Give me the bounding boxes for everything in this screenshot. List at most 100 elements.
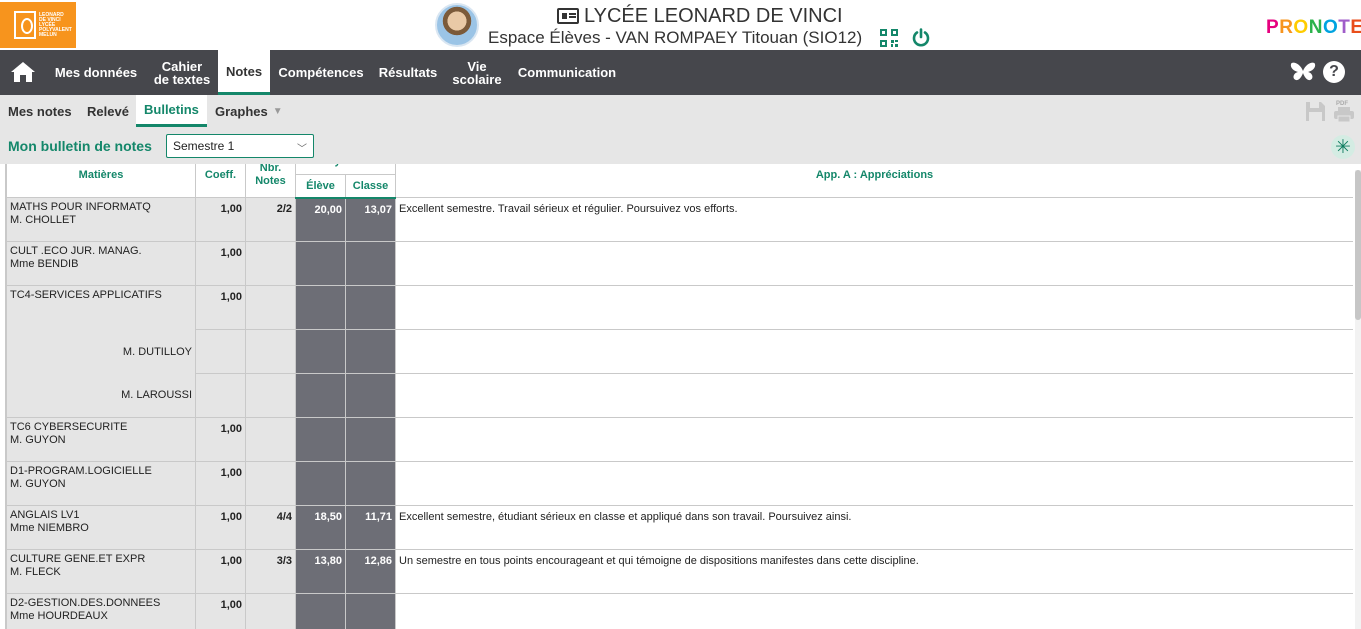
chevron-down-icon: ▼ — [272, 105, 283, 117]
header-eleve[interactable]: Élève — [295, 174, 346, 199]
period-select[interactable]: Semestre 1 ﹀ — [166, 134, 314, 158]
subject-cell: D2-GESTION.DES.DONNEES Mme HOURDEAUX — [6, 593, 196, 629]
id-card-icon — [557, 8, 579, 24]
table-row[interactable]: M. LAROUSSI — [6, 373, 1353, 418]
subject-name: D2-GESTION.DES.DONNEES — [10, 597, 161, 609]
nav-resultats[interactable]: Résultats — [374, 50, 442, 95]
teacher-name: M. LAROUSSI — [6, 373, 196, 418]
header-matieres[interactable]: Matières — [6, 164, 196, 198]
appreciation-cell — [395, 285, 1353, 330]
nbr-notes-cell: 4/4 — [245, 505, 296, 550]
coeff-cell: 1,00 — [195, 197, 246, 242]
vertical-scrollbar[interactable] — [1355, 170, 1361, 629]
tab-mes-notes[interactable]: Mes notes — [8, 95, 72, 127]
appreciation-cell — [395, 373, 1353, 418]
moyenne-eleve-cell — [295, 417, 346, 462]
nbr-notes-cell — [245, 417, 296, 462]
space-name: Espace Élèves - VAN ROMPAEY Titouan (SIO… — [488, 28, 863, 47]
brand-letter: P — [1266, 17, 1280, 38]
brand-letter: O — [1293, 17, 1309, 38]
nbr-notes-cell: 3/3 — [245, 549, 296, 594]
table-row[interactable]: CULT .ECO JUR. MANAG. Mme BENDIB 1,00 — [6, 241, 1353, 286]
butterfly-icon[interactable] — [1290, 61, 1316, 83]
logo-text: LEONARD DE VINCI LYCÉE POLYVALENT MELUN — [39, 11, 72, 38]
teacher-name: M. CHOLLET — [10, 214, 77, 226]
nbr-notes-cell — [245, 593, 296, 629]
moyenne-eleve-cell — [295, 285, 346, 330]
subject-name: TC6 CYBERSECURITE — [10, 421, 128, 433]
bulletin-table-container: Matières Coeff. Nbr. Notes Moyennes App.… — [5, 164, 1353, 629]
nav-communication[interactable]: Communication — [512, 50, 622, 95]
nav-vie-scolaire[interactable]: Vie scolaire — [448, 50, 506, 95]
brand-letter: R — [1279, 17, 1294, 38]
school-logo[interactable]: LEONARD DE VINCI LYCÉE POLYVALENT MELUN — [0, 2, 76, 48]
header-classe[interactable]: Classe — [344, 174, 397, 199]
save-icon[interactable] — [1305, 101, 1326, 122]
moyenne-classe-cell — [344, 593, 397, 629]
nav-mes-donnees[interactable]: Mes données — [48, 50, 144, 95]
table-row[interactable]: ANGLAIS LV1 Mme NIEMBRO 1,00 4/4 18,50 1… — [6, 505, 1353, 550]
nav-competences[interactable]: Compétences — [274, 50, 368, 95]
bulletin-title: Mon bulletin de notes — [8, 138, 152, 154]
brand-letter: E — [1350, 17, 1361, 38]
nbr-notes-cell — [245, 329, 296, 374]
teacher-name: Mme HOURDEAUX — [10, 610, 108, 622]
appreciation-cell: Excellent semestre. Travail sérieux et r… — [395, 197, 1353, 242]
period-select-value: Semestre 1 — [173, 139, 235, 153]
qr-code-icon[interactable] — [880, 29, 898, 47]
subject-name: CULT .ECO JUR. MANAG. — [10, 245, 142, 257]
power-icon[interactable] — [911, 28, 931, 48]
table-row[interactable]: M. DUTILLOY — [6, 329, 1353, 374]
coeff-cell — [195, 329, 246, 374]
header-appreciations[interactable]: App. A : Appréciations — [395, 164, 1353, 198]
subject-name: CULTURE GENE.ET EXPR — [10, 553, 146, 565]
avatar[interactable] — [435, 3, 479, 47]
logo-mark-icon — [14, 11, 36, 39]
table-row[interactable]: TC6 CYBERSECURITE M. GUYON 1,00 — [6, 417, 1353, 462]
scrollbar-thumb[interactable] — [1355, 170, 1361, 320]
header-nbr-notes[interactable]: Nbr. Notes — [245, 164, 296, 198]
subject-cell: TC6 CYBERSECURITE M. GUYON — [6, 417, 196, 462]
nbr-notes-cell — [245, 373, 296, 418]
nbr-notes-cell — [245, 285, 296, 330]
nav-cahier-de-textes[interactable]: Cahier de textes — [148, 50, 216, 95]
print-pdf-icon[interactable]: PDF — [1333, 99, 1355, 123]
moyenne-classe-cell — [344, 241, 397, 286]
brand-letter: T — [1338, 17, 1351, 38]
sub-nav: Mes notes Relevé Bulletins Graphes ▼ — [0, 95, 1361, 127]
subject-cell: CULTURE GENE.ET EXPR M. FLECK — [6, 549, 196, 594]
header-moyennes: Moyennes — [294, 164, 397, 175]
teacher-name: M. GUYON — [10, 478, 66, 490]
chevron-down-icon: ﹀ — [297, 144, 307, 155]
tab-releve[interactable]: Relevé — [87, 95, 129, 127]
moyenne-eleve-cell: 20,00 — [295, 197, 346, 242]
table-row[interactable]: D2-GESTION.DES.DONNEES Mme HOURDEAUX 1,0… — [6, 593, 1353, 629]
subject-cell: TC4-SERVICES APPLICATIFS — [6, 285, 196, 330]
home-icon[interactable] — [10, 60, 36, 84]
table-row[interactable]: TC4-SERVICES APPLICATIFS 1,00 — [6, 285, 1353, 330]
subject-cell: MATHS POUR INFORMATQ M. CHOLLET — [6, 197, 196, 242]
nav-notes[interactable]: Notes — [218, 50, 270, 95]
school-name: LYCÉE LEONARD DE VINCI — [584, 5, 843, 27]
moyenne-eleve-cell — [295, 373, 346, 418]
subject-cell: D1-PROGRAM.LOGICIELLE M. GUYON — [6, 461, 196, 506]
pronote-brand[interactable]: PRONOTE — [1266, 17, 1361, 39]
brand-letter: O — [1322, 17, 1339, 38]
header-coeff[interactable]: Coeff. — [195, 164, 246, 198]
nbr-notes-cell: 2/2 — [245, 197, 296, 242]
moyenne-classe-cell — [344, 373, 397, 418]
moyenne-eleve-cell: 13,80 — [295, 549, 346, 594]
appreciation-cell — [395, 461, 1353, 506]
asterisk-button[interactable]: ✳ — [1331, 135, 1355, 159]
help-icon[interactable]: ? — [1323, 61, 1345, 83]
table-row[interactable]: CULTURE GENE.ET EXPR M. FLECK 1,00 3/3 1… — [6, 549, 1353, 594]
coeff-cell: 1,00 — [195, 417, 246, 462]
table-row[interactable]: D1-PROGRAM.LOGICIELLE M. GUYON 1,00 — [6, 461, 1353, 506]
subject-cell: ANGLAIS LV1 Mme NIEMBRO — [6, 505, 196, 550]
tab-bulletins[interactable]: Bulletins — [136, 95, 207, 127]
tab-graphes[interactable]: Graphes ▼ — [215, 95, 283, 127]
moyenne-eleve-cell — [295, 329, 346, 374]
table-row[interactable]: MATHS POUR INFORMATQ M. CHOLLET 1,00 2/2… — [6, 197, 1353, 242]
coeff-cell: 1,00 — [195, 505, 246, 550]
moyenne-eleve-cell — [295, 461, 346, 506]
